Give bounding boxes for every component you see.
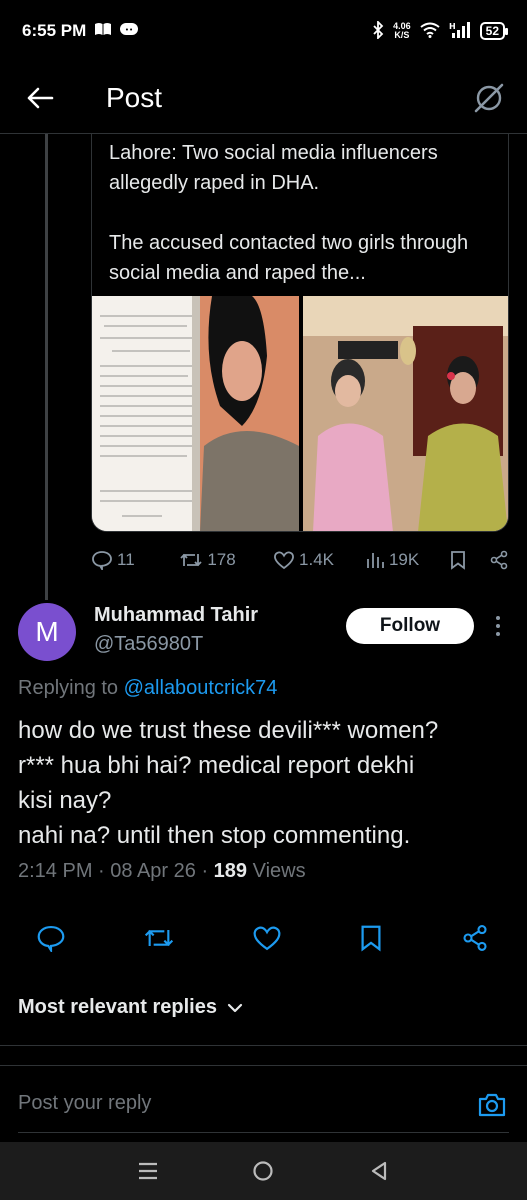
more-dot-icon — [496, 616, 500, 620]
repost-icon — [180, 553, 202, 567]
more-dot-icon — [496, 632, 500, 636]
heart-icon — [253, 926, 280, 950]
quoted-paragraph-1: Lahore: Two social media influencers all… — [109, 142, 438, 194]
quoted-paragraph-2: The accused contacted two girls through … — [109, 232, 469, 284]
like-button[interactable] — [252, 924, 282, 957]
system-back-button[interactable] — [359, 1151, 399, 1191]
reply-button[interactable] — [36, 924, 66, 957]
bluetooth-icon — [372, 19, 384, 42]
top-app-bar: Post — [0, 62, 527, 134]
reply-text-line: kisi nay? — [18, 787, 112, 814]
reply-composer-input[interactable]: Post your reply — [18, 1092, 151, 1115]
bookmark-icon — [451, 551, 465, 570]
reply-author-header: M Muhammad Tahir @Ta56980T Follow — [18, 600, 518, 670]
menu-lines-icon — [138, 1162, 157, 1180]
quoted-share-button[interactable] — [489, 550, 509, 570]
replying-to-prefix: Replying to — [18, 677, 124, 699]
quoted-bookmark-button[interactable] — [449, 550, 467, 570]
follow-button[interactable]: Follow — [346, 608, 474, 644]
wifi-icon — [420, 22, 440, 41]
quoted-like-count: 1.4K — [299, 550, 335, 569]
svg-text:H: H — [449, 22, 456, 31]
quoted-like-button[interactable]: 1.4K — [273, 550, 359, 570]
reply-text-line: nahi na? until then stop commenting. — [18, 822, 411, 849]
replies-sort-dropdown[interactable]: Most relevant replies — [18, 996, 243, 1019]
reply-views-label: Views — [247, 860, 306, 882]
author-display-name[interactable]: Muhammad Tahir — [94, 604, 258, 627]
share-icon — [490, 550, 508, 570]
media-image-document[interactable] — [92, 296, 299, 531]
replies-sort-label: Most relevant replies — [18, 996, 217, 1018]
reply-text: how do we trust these devili*** women? r… — [18, 713, 513, 853]
status-time: 6:55 PM — [22, 21, 87, 40]
reply-actions — [18, 920, 509, 960]
quoted-repost-count: 178 — [207, 550, 236, 569]
triangle-back-icon — [372, 1161, 387, 1181]
more-dot-icon — [496, 624, 500, 628]
reply-text-line: r*** hua bhi hai? medical report dekhi — [18, 752, 415, 779]
composer-underline — [18, 1132, 509, 1133]
comment-icon — [37, 925, 65, 954]
heart-icon — [274, 551, 294, 570]
home-circle-icon — [253, 1161, 274, 1181]
svg-text:••: •• — [125, 26, 133, 34]
quoted-reply-count: 11 — [117, 550, 135, 569]
bar-chart-icon — [367, 553, 384, 568]
replying-to-handle-link[interactable]: @allaboutcrick74 — [124, 677, 278, 699]
quoted-post-media[interactable] — [92, 296, 508, 531]
quoted-post-text: Lahore: Two social media influencers all… — [109, 138, 501, 318]
thread-connector-line — [45, 134, 48, 600]
divider — [0, 1065, 527, 1066]
quoted-reply-button[interactable]: 11 — [91, 550, 159, 570]
quoted-views-count: 19K — [388, 550, 420, 569]
back-button[interactable] — [0, 62, 80, 134]
camera-button[interactable] — [475, 1088, 509, 1122]
repost-icon — [144, 929, 173, 946]
avatar[interactable]: M — [18, 603, 76, 661]
quoted-post-actions: 11 178 1.4K 19K — [91, 543, 509, 577]
grok-icon — [474, 83, 504, 113]
author-handle[interactable]: @Ta56980T — [94, 633, 203, 656]
recent-apps-button[interactable] — [128, 1151, 168, 1191]
grok-button[interactable] — [469, 78, 509, 118]
arrow-left-icon — [27, 87, 54, 108]
divider — [0, 1045, 527, 1046]
more-options-button[interactable] — [486, 612, 510, 640]
reply-text-line: how do we trust these devili*** women? — [18, 717, 439, 744]
comment-icon — [92, 551, 112, 570]
bookmark-button[interactable] — [358, 924, 384, 957]
reply-meta: 2:14 PM · 08 Apr 26 · 189 Views — [18, 860, 306, 883]
quoted-post-card[interactable]: Lahore: Two social media influencers all… — [91, 134, 509, 532]
media-image-influencers[interactable] — [303, 296, 508, 531]
document-photo-image — [92, 296, 299, 531]
page-title: Post — [106, 81, 163, 113]
camera-icon — [478, 1093, 506, 1117]
book-icon — [94, 21, 112, 41]
home-button[interactable] — [243, 1151, 283, 1191]
status-bar: 6:55 PM •• 4.06 K/S H 52 — [0, 0, 527, 62]
chevron-down-icon — [227, 1003, 243, 1012]
share-icon — [463, 924, 487, 951]
reply-timestamp: 2:14 PM · 08 Apr 26 · — [18, 860, 214, 882]
cell-signal-icon: H — [449, 21, 471, 42]
bookmark-icon — [361, 925, 381, 951]
notification-app-icon: •• — [120, 21, 139, 41]
quoted-views-button[interactable]: 19K — [365, 550, 445, 570]
quoted-repost-button[interactable]: 178 — [179, 550, 273, 570]
influencers-photo-image — [303, 296, 508, 531]
battery-indicator: 52 — [479, 22, 509, 40]
repost-button[interactable] — [143, 924, 175, 957]
system-navigation-bar — [0, 1142, 527, 1200]
reply-views-count[interactable]: 189 — [214, 860, 247, 882]
replying-to-line: Replying to @allaboutcrick74 — [18, 677, 277, 700]
net-speed-unit: K/S — [394, 30, 410, 40]
network-speed: 4.06 K/S — [393, 22, 411, 40]
share-button[interactable] — [461, 924, 489, 957]
